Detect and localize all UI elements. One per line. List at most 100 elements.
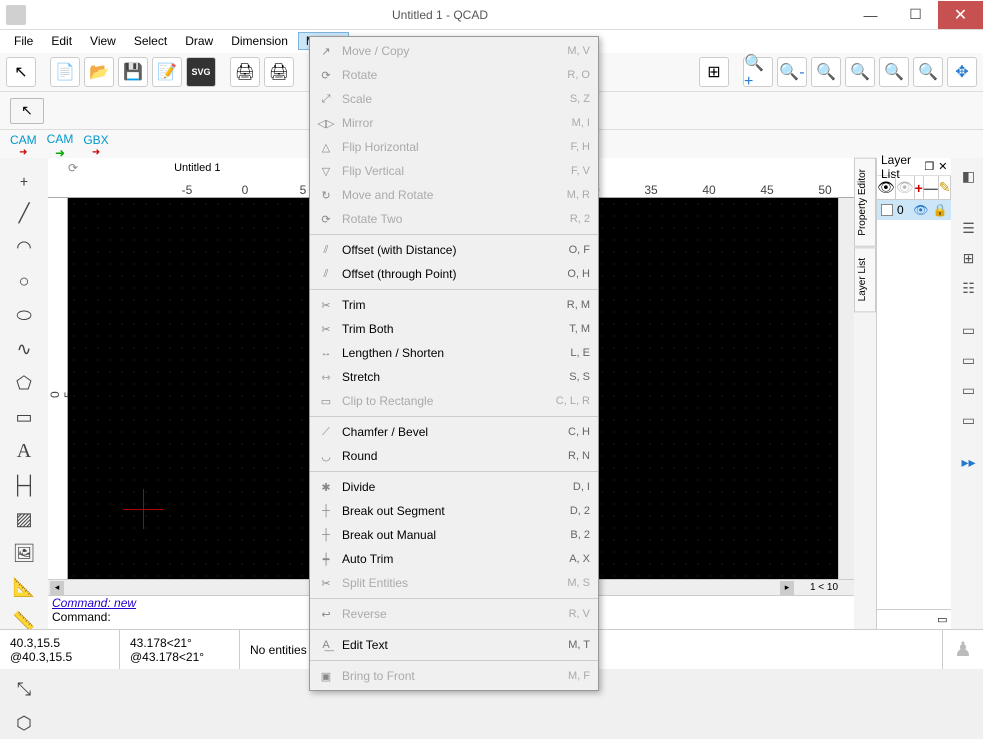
panel-menu-icon[interactable]: ▭: [937, 613, 947, 626]
menu-draw[interactable]: Draw: [177, 32, 221, 50]
iso-tool[interactable]: ⬡: [5, 707, 43, 739]
edit-button[interactable]: 📝: [152, 57, 182, 87]
rt-btn-4[interactable]: ☷: [956, 276, 980, 300]
rt-btn-8[interactable]: ▭: [956, 408, 980, 432]
vertical-scrollbar[interactable]: [838, 198, 854, 579]
pick-tool[interactable]: ⤡: [5, 673, 43, 705]
menu-file[interactable]: File: [6, 32, 41, 50]
coord-relative: @40.3,15.5: [10, 650, 109, 664]
spline-tool[interactable]: ∿: [5, 333, 43, 365]
menu-item-break-out-manual[interactable]: ┼Break out ManualB, 2: [310, 523, 598, 547]
reload-icon[interactable]: ⟳: [68, 161, 78, 175]
circle-tool[interactable]: ○: [5, 265, 43, 297]
menu-select[interactable]: Select: [126, 32, 175, 50]
menu-item-offset-with-distance-[interactable]: ⫽Offset (with Distance)O, F: [310, 238, 598, 262]
menu-icon: ↻: [318, 187, 334, 203]
menu-label: Round: [342, 449, 560, 463]
layer-buttons: 👁 👁 + — ✎: [877, 176, 951, 200]
menu-item-break-out-segment[interactable]: ┼Break out SegmentD, 2: [310, 499, 598, 523]
gbx-button[interactable]: GBX➜: [83, 133, 108, 158]
arc-tool[interactable]: ◠: [5, 231, 43, 263]
pointer-button[interactable]: ↖: [6, 57, 36, 87]
menu-item-trim-both[interactable]: ✂Trim BothT, M: [310, 317, 598, 341]
rt-btn-6[interactable]: ▭: [956, 348, 980, 372]
menu-icon: ⟳: [318, 67, 334, 83]
layer-edit-button[interactable]: ✎: [939, 176, 952, 199]
cam-import-button[interactable]: CAM➜: [47, 132, 74, 160]
menu-item-divide[interactable]: ✱DivideD, I: [310, 475, 598, 499]
menu-item-chamfer-bevel[interactable]: ⟋Chamfer / BevelC, H: [310, 420, 598, 444]
print-preview-button[interactable]: 🖨: [264, 57, 294, 87]
open-file-button[interactable]: 📂: [84, 57, 114, 87]
image-tool[interactable]: 🖼: [5, 537, 43, 569]
menu-item-offset-through-point-[interactable]: ⫽Offset (through Point)O, H: [310, 262, 598, 286]
polyline-tool[interactable]: ⬠: [5, 367, 43, 399]
zoom-in-button[interactable]: 🔍+: [743, 57, 773, 87]
zoom-prev-button[interactable]: 🔍: [879, 57, 909, 87]
undock-icon[interactable]: ❐: [924, 160, 934, 173]
layer-hide-button[interactable]: 👁: [896, 176, 915, 199]
hatch-tool[interactable]: ▨: [5, 503, 43, 535]
menu-dimension[interactable]: Dimension: [223, 32, 296, 50]
layer-row[interactable]: 0 👁 🔒: [877, 200, 951, 220]
document-tab[interactable]: Untitled 1: [84, 160, 310, 176]
menu-label: Move and Rotate: [342, 188, 559, 202]
minimize-button[interactable]: —: [848, 1, 893, 29]
close-button[interactable]: ✕: [938, 1, 983, 29]
menu-icon: ▭: [318, 393, 334, 409]
menu-item-bring-to-front: ▣Bring to FrontM, F: [310, 664, 598, 688]
close-panel-icon[interactable]: ✕: [938, 160, 947, 173]
menu-label: Flip Horizontal: [342, 140, 562, 154]
zoom-window-button[interactable]: 🔍: [913, 57, 943, 87]
point-tool[interactable]: ﹢: [5, 163, 43, 195]
rect-tool[interactable]: ▭: [5, 401, 43, 433]
layer-lock-icon[interactable]: 🔒: [933, 203, 948, 217]
line-tool[interactable]: ╱: [5, 197, 43, 229]
menu-label: Clip to Rectangle: [342, 394, 548, 408]
rt-btn-3[interactable]: ⊞: [956, 246, 980, 270]
ellipse-tool[interactable]: ⬭: [5, 299, 43, 331]
rt-btn-5[interactable]: ▭: [956, 318, 980, 342]
svg-button[interactable]: SVG: [186, 57, 216, 87]
layer-name: 0: [897, 203, 904, 217]
rt-btn-2[interactable]: ☰: [956, 216, 980, 240]
menu-item-auto-trim[interactable]: ┿Auto TrimA, X: [310, 547, 598, 571]
zoom-select-button[interactable]: 🔍: [845, 57, 875, 87]
polar-absolute: 43.178<21°: [130, 636, 229, 650]
print-button[interactable]: 🖨: [230, 57, 260, 87]
maximize-button[interactable]: ☐: [893, 1, 938, 29]
measure-tool[interactable]: 📐: [5, 571, 43, 603]
layer-add-button[interactable]: +: [915, 176, 924, 199]
menu-item-edit-text[interactable]: A͟Edit TextM, T: [310, 633, 598, 657]
layer-visible-icon[interactable]: 👁: [913, 203, 928, 217]
pan-button[interactable]: ✥: [947, 57, 977, 87]
menu-item-clip-to-rectangle: ▭Clip to RectangleC, L, R: [310, 389, 598, 413]
new-file-button[interactable]: 📄: [50, 57, 80, 87]
layer-remove-button[interactable]: —: [924, 176, 939, 199]
menu-icon: ▣: [318, 668, 334, 684]
cam-export-button[interactable]: CAM➜: [10, 133, 37, 158]
select-button[interactable]: ↖: [10, 98, 44, 124]
rt-btn-7[interactable]: ▭: [956, 378, 980, 402]
layer-list-tab[interactable]: Layer List: [854, 247, 876, 312]
menu-icon: ⟋: [318, 424, 334, 440]
menu-item-trim[interactable]: ✂TrimR, M: [310, 293, 598, 317]
rt-btn-1[interactable]: ◧: [956, 164, 980, 188]
layer-panel: Layer List ❐ ✕ 👁 👁 + — ✎ 0 👁 🔒: [876, 158, 951, 629]
menu-edit[interactable]: Edit: [43, 32, 80, 50]
zoom-out-button[interactable]: 🔍-: [777, 57, 807, 87]
grid-button[interactable]: ⊞: [699, 57, 729, 87]
rt-btn-9[interactable]: ▸▸: [956, 450, 980, 474]
layer-show-button[interactable]: 👁: [877, 176, 896, 199]
menu-item-lengthen-shorten[interactable]: ↔Lengthen / ShortenL, E: [310, 341, 598, 365]
dimension-tool[interactable]: ├┤: [5, 469, 43, 501]
property-editor-tab[interactable]: Property Editor: [854, 158, 876, 247]
menu-item-round[interactable]: ◡RoundR, N: [310, 444, 598, 468]
menu-item-stretch[interactable]: ⇿StretchS, S: [310, 365, 598, 389]
text-tool[interactable]: A: [5, 435, 43, 467]
window-title: Untitled 1 - QCAD: [32, 8, 848, 22]
zoom-auto-button[interactable]: 🔍: [811, 57, 841, 87]
save-button[interactable]: 💾: [118, 57, 148, 87]
menu-view[interactable]: View: [82, 32, 124, 50]
menu-shortcut: T, M: [569, 323, 590, 335]
